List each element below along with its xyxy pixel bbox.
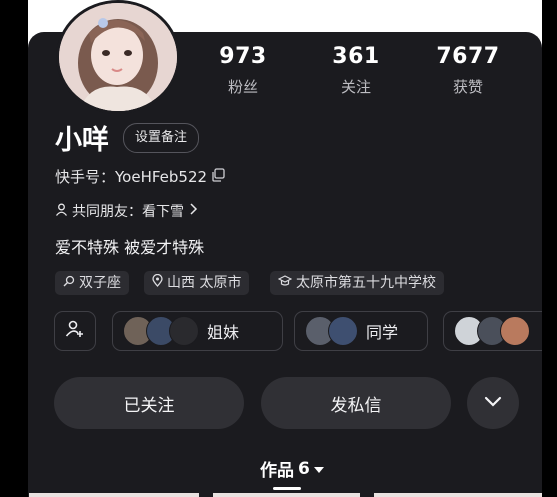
- set-remark-button[interactable]: 设置备注: [123, 123, 200, 153]
- stat-following[interactable]: 361 关注: [311, 44, 401, 97]
- tag-location-label: 山西 太原市: [167, 275, 242, 291]
- mutual-friends-text: 共同朋友：看下雪: [72, 204, 184, 220]
- tag-zodiac-label: 双子座: [79, 275, 121, 291]
- copy-icon[interactable]: [211, 167, 225, 186]
- following-label: 关注: [340, 78, 371, 96]
- avatar-image: [59, 3, 177, 111]
- add-friend-button[interactable]: [54, 311, 96, 351]
- likes-count: 7677: [436, 44, 500, 69]
- kuaishou-id-row: 快手号：YoeHFeb522: [55, 166, 225, 187]
- profile-name: 小咩: [55, 125, 109, 156]
- chevron-down-icon: [484, 393, 502, 413]
- profile-bio: 爱不特殊 被爱才特殊: [55, 238, 205, 257]
- send-message-button[interactable]: 发私信: [261, 377, 451, 429]
- person-icon: [55, 203, 68, 220]
- tag-school-label: 太原市第五十九中学校: [296, 275, 436, 291]
- followed-button[interactable]: 已关注: [54, 377, 244, 429]
- likes-label: 获赞: [452, 78, 483, 96]
- relation-avatar: [328, 316, 358, 346]
- work-thumbnail[interactable]: [213, 493, 360, 497]
- tab-indicator: [273, 487, 301, 490]
- tab-works[interactable]: 作品 6: [260, 456, 324, 481]
- tab-works-label: 作品: [260, 461, 294, 481]
- tag-location: 山西 太原市: [144, 271, 250, 295]
- search-icon: [63, 271, 75, 295]
- following-count: 361: [332, 44, 380, 69]
- profile-avatar[interactable]: [56, 0, 180, 114]
- location-pin-icon: [152, 271, 163, 295]
- chevron-right-icon: [188, 203, 198, 219]
- graduation-cap-icon: [277, 271, 293, 295]
- followers-label: 粉丝: [227, 78, 258, 96]
- work-thumbnail[interactable]: [29, 493, 199, 497]
- tag-school: 太原市第五十九中学校: [270, 271, 444, 295]
- add-person-icon: [65, 319, 85, 343]
- relation-avatar: [169, 316, 199, 346]
- stat-followers[interactable]: 973 粉丝: [198, 44, 288, 97]
- tag-zodiac: 双子座: [55, 271, 129, 295]
- more-options-button[interactable]: [467, 377, 519, 429]
- kuaishou-id: 快手号：YoeHFeb522: [55, 168, 208, 186]
- relation-more[interactable]: [443, 311, 542, 351]
- work-thumbnail[interactable]: [374, 493, 542, 497]
- relation-avatar: [500, 316, 530, 346]
- followers-count: 973: [219, 44, 267, 69]
- relation-sisters[interactable]: 姐妹: [112, 311, 283, 351]
- mutual-friends-row[interactable]: 共同朋友：看下雪: [55, 201, 198, 221]
- caret-down-icon: [313, 459, 324, 479]
- tab-works-count: 6: [298, 458, 310, 479]
- relation-classmates[interactable]: 同学: [294, 311, 428, 351]
- relation-classmates-label: 同学: [366, 323, 399, 342]
- stat-likes[interactable]: 7677 获赞: [423, 44, 513, 97]
- relation-sisters-label: 姐妹: [207, 323, 240, 342]
